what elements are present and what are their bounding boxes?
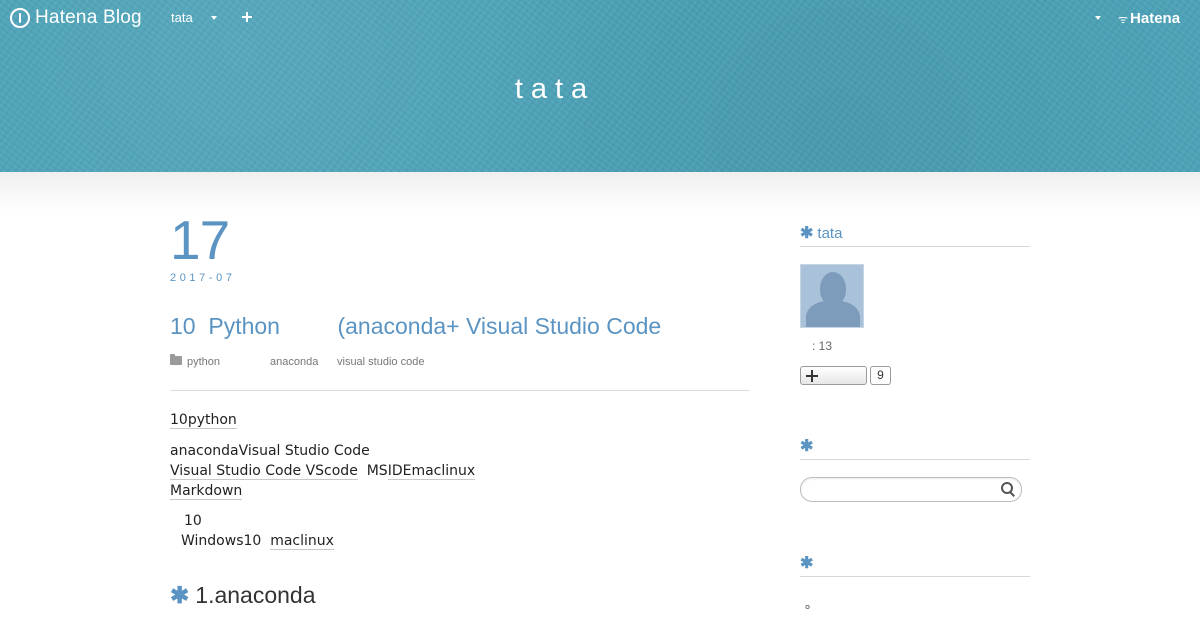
profile-name-link[interactable]: tata (817, 225, 842, 242)
keyword-link[interactable]: maclinux (270, 533, 334, 550)
keyword-link[interactable]: VScode (305, 463, 358, 480)
sidebar-search-heading: ✱ (800, 438, 1030, 460)
section-heading-text: 1.anaconda (195, 582, 316, 608)
hatena-link[interactable]: ᯤ Hatena (1118, 10, 1180, 28)
reader-count: : 13 (812, 339, 833, 353)
keyword-link[interactable]: IDEmaclinux (387, 463, 476, 480)
sidebar-links-text: 。 (805, 597, 819, 612)
search-input[interactable] (800, 477, 1022, 502)
folder-icon (170, 354, 182, 365)
new-post-plus-icon[interactable] (241, 11, 253, 23)
hatena-blog-logo-icon[interactable] (10, 8, 30, 28)
header-shadow (0, 172, 1200, 212)
entry-date-year-month[interactable]: 2017-07 (170, 271, 236, 285)
entry-paragraph-line: Visual Studio Code VScode MSIDEmaclinux (170, 461, 476, 481)
avatar-body-shape (806, 301, 860, 327)
entry-paragraph-line: 10 (184, 513, 202, 529)
keyword-link[interactable]: 10python (170, 412, 237, 429)
asterisk-icon: ✱ (170, 582, 190, 608)
inline-text: Windows10 (181, 533, 271, 549)
plus-icon (806, 370, 818, 382)
asterisk-icon: ✱ (800, 225, 814, 242)
entry-paragraph-line: anacondaVisual Studio Code (170, 443, 370, 459)
blog-title[interactable]: tata (0, 70, 1110, 108)
hatena-blog-brand-link[interactable]: Hatena Blog (35, 6, 142, 30)
entry-title-link[interactable]: 10 Python (anaconda+ Visual Studio Code (170, 312, 661, 340)
asterisk-icon: ✱ (800, 438, 814, 455)
entry-paragraph: 10python (170, 410, 237, 430)
section-heading: ✱ 1.anaconda (170, 580, 316, 610)
blog-switch-menu[interactable]: tata (171, 10, 193, 26)
category-link-visual-studio-code[interactable]: visual studio code (337, 355, 424, 369)
chevron-down-icon[interactable] (211, 16, 217, 20)
hatena-label: Hatena (1130, 10, 1181, 27)
subscribe-count-badge[interactable]: 9 (870, 366, 891, 385)
global-header-bar: Hatena Blog tata ᯤ Hatena (0, 0, 1200, 36)
user-menu-chevron-down-icon[interactable] (1095, 16, 1101, 20)
entry-paragraph-line: Markdown (170, 481, 243, 501)
keyword-link[interactable]: Visual Studio Code (170, 463, 306, 480)
sidebar-profile-heading: ✱ tata (800, 225, 1030, 247)
asterisk-icon: ✱ (800, 555, 814, 572)
avatar[interactable] (800, 264, 864, 328)
search-icon[interactable] (1001, 482, 1015, 496)
entry-divider (170, 390, 750, 391)
inline-text: MS (357, 463, 388, 479)
entry-date-day[interactable]: 17 (170, 210, 230, 270)
hatena-signal-icon: ᯤ (1118, 14, 1129, 26)
sidebar-links-heading: ✱ (800, 555, 1030, 577)
category-link-anaconda[interactable]: anaconda (270, 355, 318, 369)
subscribe-button[interactable] (800, 366, 867, 385)
entry-paragraph-line: Windows10 maclinux (181, 531, 334, 551)
entry-categories: python anaconda visual studio code (170, 353, 750, 371)
category-link-python[interactable]: python (187, 355, 220, 369)
keyword-link[interactable]: Markdown (170, 483, 243, 500)
